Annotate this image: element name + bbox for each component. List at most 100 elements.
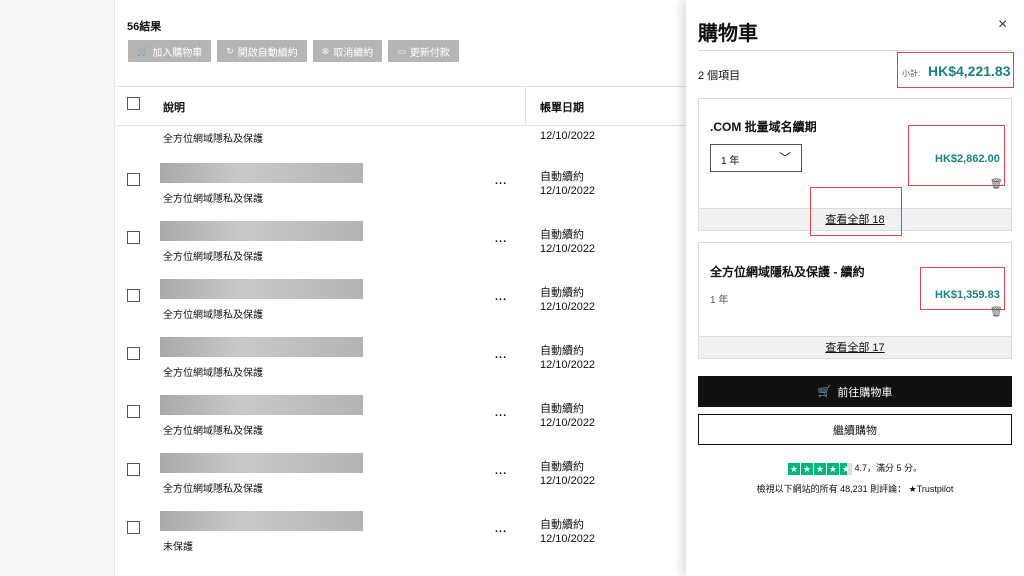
main-content: 56結果 🛒 加入購物車 ↻ 開啟自動續約 ⊗ 取消續約 ▭ 更新付款 說明 帳單日期 …	[115, 0, 686, 576]
redacted-domain	[160, 221, 363, 241]
row-date: 12/10/2022	[540, 185, 596, 197]
enable-auto-renew-button[interactable]: ↻ 開啟自動續約	[217, 40, 307, 62]
redacted-domain	[160, 453, 363, 473]
redacted-domain	[160, 163, 363, 183]
redacted-domain	[160, 337, 363, 357]
select-all-checkbox[interactable]	[127, 97, 140, 110]
add-to-cart-button[interactable]: 🛒 加入購物車	[128, 40, 212, 62]
row-checkbox[interactable]	[127, 347, 140, 360]
row-status: 自動續約	[540, 345, 584, 357]
trash-icon[interactable]: 🗑	[990, 307, 1003, 318]
row-description: 全方位網域隱私及保護	[163, 368, 263, 379]
rating-text: 4.7，滿分 5 分。	[854, 463, 923, 473]
button-label: 前往購物車	[837, 386, 893, 399]
row-description: 全方位網域隱私及保護	[163, 426, 263, 437]
row-status: 自動續約	[540, 229, 584, 241]
row-date: 12/10/2022	[540, 359, 596, 371]
row-date: 12/10/2022	[540, 475, 596, 487]
update-payment-button[interactable]: ▭ 更新付款	[388, 40, 459, 62]
row-checkbox[interactable]	[127, 289, 140, 302]
button-label: 取消續約	[333, 47, 374, 59]
more-options-icon[interactable]: ...	[495, 407, 507, 419]
row-status: 自動續約	[540, 461, 584, 473]
more-options-icon[interactable]: ...	[495, 349, 507, 361]
row-description: 全方位網域隱私及保護	[163, 310, 263, 321]
star-icon: ★	[787, 462, 800, 475]
term-select-value: 1 年	[721, 156, 740, 167]
left-gutter	[0, 0, 115, 576]
item-count: 2 個項目	[698, 70, 741, 82]
table-row: 全方位網域隱私及保護 ... 自動續約 12/10/2022	[115, 453, 686, 511]
table-row: 全方位網域隱私及保護 12/10/2022	[115, 127, 686, 157]
trustpilot-logo: ★Trustpilot	[908, 484, 954, 494]
trash-icon[interactable]: 🗑	[990, 179, 1003, 190]
subtotal-amount: HK$4,221.83	[928, 63, 1011, 79]
cart-item-title: 全方位網域隱私及保護 - 續約	[710, 265, 865, 279]
cart-item: 全方位網域隱私及保護 - 續約 1 年 HK$1,359.83 🗑 查看全部 1…	[698, 242, 1012, 359]
trustpilot-rating: ★ ★ ★ ★ ★ 4.7，滿分 5 分。	[686, 461, 1024, 475]
card-icon: ▭	[397, 45, 406, 56]
star-icon: ★	[826, 462, 839, 475]
row-description: 全方位網域隱私及保護	[163, 484, 263, 495]
row-description: 未保護	[163, 542, 193, 553]
rating-stars: ★ ★ ★ ★ ★	[787, 462, 852, 475]
cart-title: 購物車	[698, 23, 758, 45]
more-options-icon[interactable]: ...	[495, 291, 507, 303]
chevron-down-icon: ﹀	[778, 151, 791, 165]
cart-item-title: .COM 批量域名續期	[710, 120, 817, 134]
bulk-toolbar: 🛒 加入購物車 ↻ 開啟自動續約 ⊗ 取消續約 ▭ 更新付款	[128, 40, 459, 62]
row-checkbox[interactable]	[127, 173, 140, 186]
row-checkbox[interactable]	[127, 405, 140, 418]
table-row: 全方位網域隱私及保護 ... 自動續約 12/10/2022	[115, 221, 686, 279]
cart-icon: 🛒	[137, 45, 149, 56]
divider	[698, 50, 1012, 51]
column-header-description: 說明	[163, 102, 185, 114]
column-header-billing-date: 帳單日期	[540, 102, 584, 114]
cart-icon: 🛒	[817, 386, 832, 398]
cart-item-price: HK$2,862.00	[935, 153, 1000, 165]
half-star-icon: ★	[839, 462, 852, 475]
star-icon: ★	[800, 462, 813, 475]
reviews-text: 檢視以下網站的所有 48,231 則評論：	[756, 484, 907, 494]
button-label: 繼續購物	[833, 424, 877, 437]
table-row: 全方位網域隱私及保護 ... 自動續約 12/10/2022	[115, 279, 686, 337]
close-icon[interactable]: ×	[998, 16, 1007, 34]
row-checkbox[interactable]	[127, 231, 140, 244]
row-status: 自動續約	[540, 287, 584, 299]
button-label: 更新付款	[409, 47, 450, 59]
table-row: 全方位網域隱私及保護 ... 自動續約 12/10/2022	[115, 163, 686, 221]
row-description: 全方位網域隱私及保護	[163, 134, 263, 145]
cart-item-price: HK$1,359.83	[935, 289, 1000, 301]
more-options-icon[interactable]: ...	[495, 523, 507, 535]
row-checkbox[interactable]	[127, 463, 140, 476]
row-date: 12/10/2022	[540, 533, 596, 545]
view-all-highlight	[810, 187, 902, 236]
row-checkbox[interactable]	[127, 521, 140, 534]
row-date: 12/10/2022	[540, 417, 596, 429]
redacted-domain	[160, 395, 363, 415]
more-options-icon[interactable]: ...	[495, 465, 507, 477]
more-options-icon[interactable]: ...	[495, 175, 507, 187]
go-to-cart-button[interactable]: 🛒 前往購物車	[698, 376, 1012, 407]
results-count: 56結果	[127, 21, 162, 33]
row-description: 全方位網域隱私及保護	[163, 194, 263, 205]
row-status: 自動續約	[540, 403, 584, 415]
continue-shopping-button[interactable]: 繼續購物	[698, 414, 1012, 445]
row-status: 自動續約	[540, 171, 584, 183]
view-all-link[interactable]: 查看全部 17	[699, 336, 1011, 358]
redacted-domain	[160, 511, 363, 531]
more-options-icon[interactable]: ...	[495, 233, 507, 245]
table-header: 說明 帳單日期	[115, 86, 686, 126]
star-icon: ★	[813, 462, 826, 475]
subtotal: 小計: HK$4,221.83	[897, 52, 1014, 88]
term-select[interactable]: 1 年 ﹀	[710, 144, 802, 172]
redacted-domain	[160, 279, 363, 299]
cancel-renewal-button[interactable]: ⊗ 取消續約	[312, 40, 383, 62]
button-label: 加入購物車	[152, 47, 203, 59]
view-all-label: 查看全部 17	[825, 342, 885, 354]
table-row: 未保護 ... 自動續約 12/10/2022	[115, 511, 686, 569]
table-row: 全方位網域隱私及保護 ... 自動續約 12/10/2022	[115, 395, 686, 453]
refresh-icon: ↻	[226, 45, 234, 56]
trustpilot-reviews[interactable]: 檢視以下網站的所有 48,231 則評論： ★Trustpilot	[686, 482, 1024, 495]
row-description: 全方位網域隱私及保護	[163, 252, 263, 263]
